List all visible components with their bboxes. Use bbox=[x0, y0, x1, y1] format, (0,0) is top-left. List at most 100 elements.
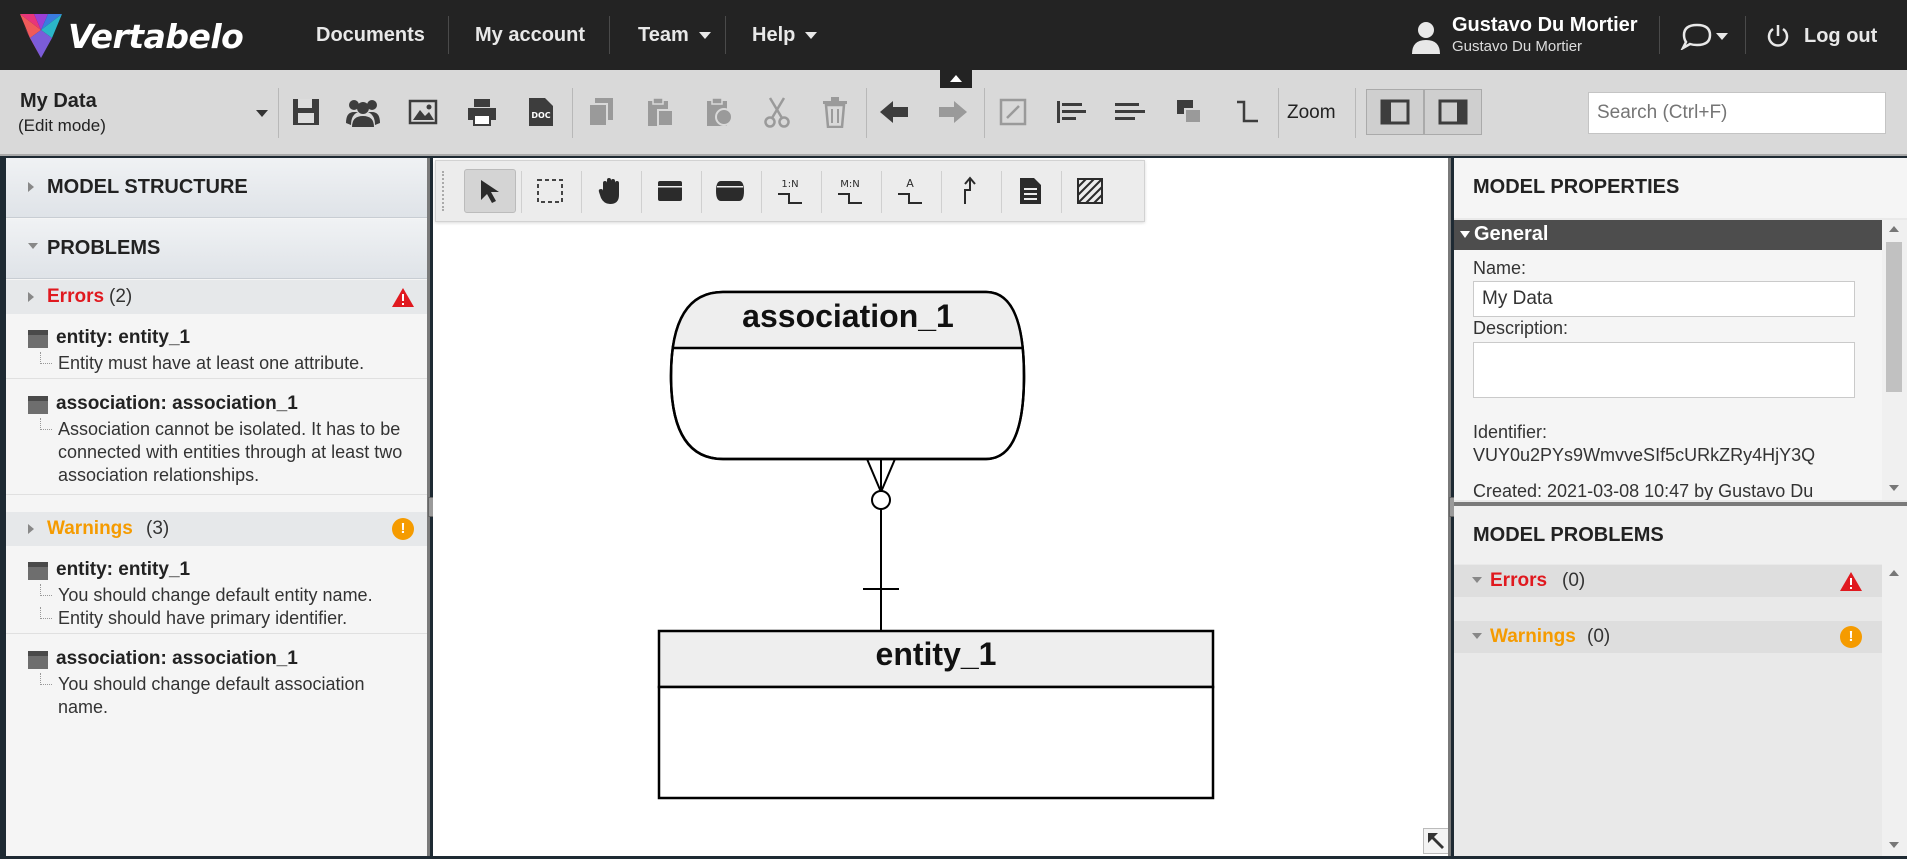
user-subtitle: Gustavo Du Mortier bbox=[1452, 38, 1583, 55]
chevron-down-icon bbox=[698, 32, 711, 40]
trash-icon bbox=[823, 97, 847, 128]
problems-scrollbar[interactable] bbox=[1882, 564, 1907, 856]
arrow-up-left-icon bbox=[1428, 833, 1444, 849]
problem-title: entity: entity_1 bbox=[56, 559, 191, 580]
logout-button[interactable]: Log out bbox=[1766, 22, 1877, 50]
nav-documents[interactable]: Documents bbox=[316, 0, 425, 70]
left-panel-icon bbox=[1380, 99, 1410, 125]
export-image-button[interactable] bbox=[400, 90, 446, 134]
vertabelo-logo[interactable]: Vertabelo bbox=[20, 12, 244, 60]
toolbar-divider bbox=[278, 88, 279, 138]
model-warnings-label: Warnings bbox=[1490, 626, 1576, 647]
save-button[interactable] bbox=[283, 90, 329, 134]
problems-header[interactable]: PROBLEMS bbox=[6, 219, 427, 279]
tree-connector bbox=[40, 418, 52, 430]
search-input[interactable] bbox=[1588, 92, 1886, 134]
nav-help[interactable]: Help bbox=[752, 0, 818, 70]
problem-title: entity: entity_1 bbox=[56, 327, 191, 348]
delete-button[interactable] bbox=[812, 90, 858, 134]
model-structure-header[interactable]: MODEL STRUCTURE bbox=[6, 158, 427, 218]
distribute-button[interactable] bbox=[1107, 90, 1153, 134]
nav-team[interactable]: Team bbox=[638, 0, 711, 70]
align-button[interactable] bbox=[1048, 90, 1094, 134]
document-mode: (Edit mode) bbox=[18, 116, 106, 135]
model-errors-group[interactable]: Errors (0) bbox=[1454, 565, 1882, 597]
copy-icon bbox=[588, 98, 613, 127]
chevron-right-icon bbox=[28, 292, 34, 302]
association-name[interactable]: association_1 bbox=[673, 298, 1023, 335]
chat-menu[interactable] bbox=[1680, 22, 1728, 55]
document-title: My Data bbox=[20, 90, 97, 112]
description-textarea[interactable] bbox=[1473, 342, 1855, 398]
share-users-button[interactable] bbox=[340, 90, 386, 134]
diagram-canvas[interactable]: 1:N M:N A association_1 entity_1 bbox=[433, 158, 1451, 856]
paste-special-icon bbox=[707, 97, 733, 126]
doc-icon: DOC bbox=[529, 98, 553, 126]
arrow-right-icon bbox=[939, 101, 967, 123]
identifier-label: Identifier: bbox=[1473, 422, 1548, 442]
problem-title: association: association_1 bbox=[56, 393, 298, 414]
relationship-line[interactable] bbox=[863, 458, 899, 631]
cut-button[interactable] bbox=[754, 90, 800, 134]
arrow-left-icon bbox=[880, 101, 908, 123]
model-errors-label: Errors bbox=[1490, 570, 1548, 591]
er-diagram bbox=[657, 290, 1215, 800]
problem-message: Association cannot be isolated. It has t… bbox=[58, 419, 403, 485]
entity-icon bbox=[28, 330, 48, 348]
toggle-left-panel-button[interactable] bbox=[1366, 89, 1424, 135]
chevron-down-icon bbox=[28, 243, 38, 249]
logo-icon bbox=[20, 14, 62, 58]
problem-item[interactable]: association: association_1 You should ch… bbox=[6, 635, 427, 727]
copy-button[interactable] bbox=[578, 90, 624, 134]
nav-team-label: Team bbox=[638, 24, 689, 46]
scroll-thumb[interactable] bbox=[1886, 242, 1902, 392]
problem-item[interactable]: association: association_1 Association c… bbox=[6, 380, 427, 495]
model-warnings-group[interactable]: Warnings (0) ! bbox=[1454, 621, 1882, 653]
line-style-button[interactable] bbox=[1224, 90, 1270, 134]
arrange-icon bbox=[1177, 100, 1202, 124]
tree-connector bbox=[40, 673, 52, 685]
problems-label: PROBLEMS bbox=[47, 237, 161, 259]
arrange-button[interactable] bbox=[1166, 90, 1212, 134]
edit-icon bbox=[999, 98, 1027, 126]
warnings-label: Warnings bbox=[47, 518, 133, 539]
paste-button[interactable] bbox=[637, 90, 683, 134]
entity-name[interactable]: entity_1 bbox=[659, 636, 1213, 673]
warnings-group-header[interactable]: Warnings (3) ! bbox=[6, 512, 427, 546]
edit-style-button[interactable] bbox=[990, 90, 1036, 134]
model-properties-label: MODEL PROPERTIES bbox=[1473, 176, 1680, 198]
undo-button[interactable] bbox=[871, 90, 917, 134]
cut-icon bbox=[764, 97, 790, 128]
tree-connector bbox=[40, 607, 52, 619]
chevron-down-icon bbox=[1460, 231, 1470, 238]
print-button[interactable] bbox=[459, 90, 505, 134]
general-section-header[interactable]: General bbox=[1454, 220, 1882, 250]
errors-group-header[interactable]: Errors (2) bbox=[6, 280, 427, 314]
export-image-icon bbox=[408, 99, 438, 125]
model-properties-header: MODEL PROPERTIES bbox=[1454, 158, 1907, 218]
logo-text: Vertabelo bbox=[68, 16, 244, 56]
toggle-right-panel-button[interactable] bbox=[1424, 89, 1482, 135]
scroll-down-icon bbox=[1889, 485, 1899, 491]
top-nav-bar: Vertabelo Documents My account Team Help… bbox=[0, 0, 1907, 70]
fit-to-screen-button[interactable] bbox=[1423, 828, 1448, 854]
nav-my-account[interactable]: My account bbox=[475, 0, 585, 70]
chevron-right-icon bbox=[28, 182, 34, 192]
created-info: Created: 2021-03-08 10:47 by Gustavo Du bbox=[1473, 481, 1814, 500]
model-name-input[interactable] bbox=[1473, 281, 1855, 317]
problem-item[interactable]: entity: entity_1 Entity must have at lea… bbox=[6, 314, 427, 379]
collapse-toolbar-button[interactable] bbox=[940, 70, 972, 88]
toolbar-divider bbox=[1278, 88, 1279, 138]
export-doc-button[interactable]: DOC bbox=[517, 90, 563, 134]
zoom-menu[interactable]: Zoom bbox=[1287, 102, 1336, 124]
nav-help-label: Help bbox=[752, 24, 796, 46]
problem-message: Entity must have at least one attribute. bbox=[58, 353, 365, 373]
redo-button[interactable] bbox=[930, 90, 976, 134]
chevron-down-icon bbox=[1716, 33, 1728, 40]
paste-special-button[interactable] bbox=[696, 90, 742, 134]
problem-item[interactable]: entity: entity_1 You should change defau… bbox=[6, 546, 427, 634]
user-icon bbox=[1412, 22, 1440, 54]
print-icon bbox=[468, 99, 496, 126]
align-icon bbox=[1057, 101, 1086, 123]
properties-scrollbar[interactable] bbox=[1882, 220, 1907, 500]
